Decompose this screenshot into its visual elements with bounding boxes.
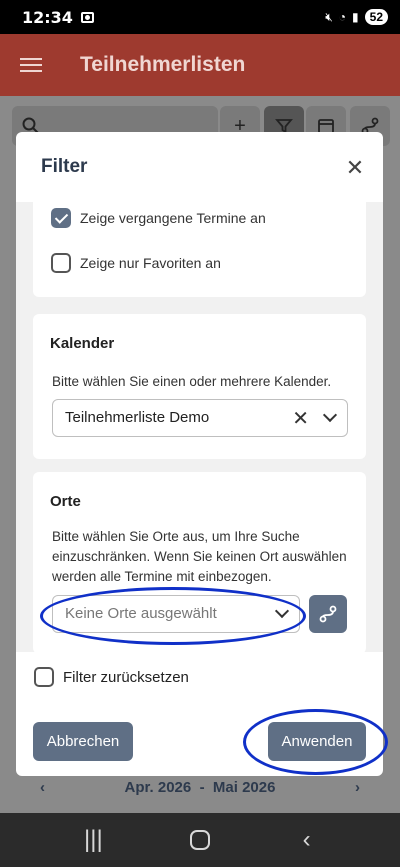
checkbox-unchecked[interactable] [51, 253, 71, 273]
calendar-card: Kalender Bitte wählen Sie einen oder meh… [33, 314, 366, 459]
option-label: Zeige nur Favoriten an [80, 255, 221, 271]
home-icon [189, 830, 210, 850]
status-bar: 12:34 🔇︎ ◔ ▮ 52 [0, 0, 400, 34]
apply-button[interactable]: Anwenden [268, 722, 366, 761]
recent-apps-icon[interactable]: ||| [73, 826, 113, 854]
places-select[interactable]: Keine Orte ausgewählt [52, 595, 300, 633]
option-favorites[interactable]: Zeige nur Favoriten an [51, 253, 221, 273]
date-range-label: Apr. 2026 - Mai 2026 [125, 779, 276, 796]
route-icon [319, 605, 337, 623]
date-separator: - [199, 778, 205, 796]
places-description: Bitte wählen Sie Orte aus, um Ihre Suche… [52, 529, 347, 584]
route-map-button[interactable] [309, 595, 347, 633]
filter-dialog: Filter ✕ Zeige vergangene Termine an Zei… [16, 132, 383, 776]
screen-record-icon [80, 11, 94, 23]
mute-icon: 🔇︎ [325, 9, 333, 24]
clear-icon[interactable]: ✕ [292, 406, 309, 431]
checkbox-unchecked[interactable] [34, 667, 54, 687]
back-icon[interactable]: ‹ [287, 826, 327, 854]
calendar-select[interactable]: Teilnehmerliste Demo ✕ [52, 399, 348, 437]
reset-filter-option[interactable]: Filter zurücksetzen [34, 667, 189, 687]
status-time: 12:34 [22, 7, 73, 27]
reset-label: Filter zurücksetzen [63, 668, 189, 686]
home-button[interactable] [180, 830, 220, 850]
dialog-header: Filter ✕ [16, 132, 383, 202]
places-card: Orte Bitte wählen Sie Orte aus, um Ihre … [33, 472, 366, 652]
option-label: Zeige vergangene Termine an [80, 210, 266, 226]
date-range: ‹ Apr. 2026 - Mai 2026 › [0, 772, 400, 802]
chevron-down-icon[interactable] [274, 603, 290, 619]
signal-icon: ▮ [352, 10, 359, 24]
calendar-selected: Teilnehmerliste Demo [65, 409, 210, 426]
calendar-title: Kalender [50, 335, 115, 352]
status-icons: 🔇︎ ◔ ▮ 52 [325, 9, 388, 25]
places-placeholder: Keine Orte ausgewählt [65, 605, 217, 622]
options-card: Zeige vergangene Termine an Zeige nur Fa… [33, 202, 366, 297]
battery-indicator: 52 [364, 9, 388, 25]
places-title: Orte [50, 493, 81, 510]
date-to: Mai 2026 [212, 778, 276, 796]
calendar-description: Bitte wählen Sie einen oder mehrere Kale… [52, 374, 332, 389]
chevron-left-icon[interactable]: ‹ [40, 779, 45, 796]
chevron-down-icon[interactable] [322, 407, 338, 423]
option-past-events[interactable]: Zeige vergangene Termine an [51, 208, 266, 228]
close-icon[interactable]: ✕ [341, 154, 369, 182]
hamburger-icon[interactable] [20, 54, 42, 76]
app-bar: Teilnehmerlisten [0, 34, 400, 96]
date-from: Apr. 2026 [124, 778, 192, 796]
checkbox-checked[interactable] [51, 208, 71, 228]
chevron-right-icon[interactable]: › [355, 779, 360, 796]
dialog-body: Zeige vergangene Termine an Zeige nur Fa… [16, 202, 383, 652]
wifi-icon: ◔ [338, 10, 347, 24]
dialog-title: Filter [41, 156, 88, 177]
system-nav-bar: ||| ‹ [0, 813, 400, 867]
cancel-button[interactable]: Abbrechen [33, 722, 133, 761]
page-title: Teilnehmerlisten [80, 53, 246, 76]
